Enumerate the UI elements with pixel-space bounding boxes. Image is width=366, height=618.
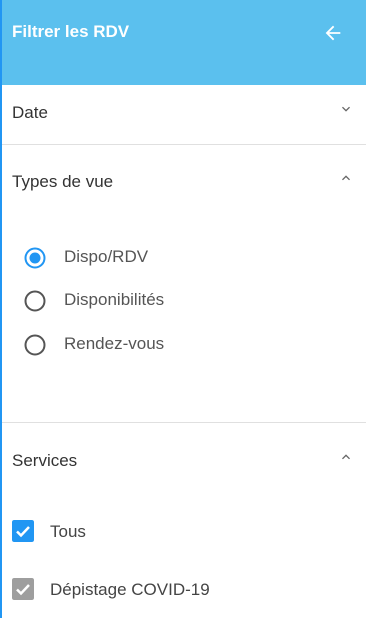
radio-selected-icon[interactable] [24, 247, 46, 269]
panel-title: Filtrer les RDV [12, 22, 130, 41]
checkbox-label: Tous [50, 522, 86, 541]
section-date[interactable]: Date [2, 85, 366, 145]
radio-dispo-rdv[interactable]: Dispo/RDV [24, 245, 224, 271]
filter-panel: Filtrer les RDV Date Types de vue Dispo/… [0, 0, 366, 618]
checkbox-label: Dépistage COVID-19 [50, 580, 210, 599]
checkbox-checked-icon[interactable] [12, 520, 34, 542]
radio-label: Disponibilités [64, 290, 165, 309]
chevron-up-icon[interactable] [338, 449, 354, 465]
section-services-label: Services [12, 451, 78, 470]
checkbox-tous[interactable]: Tous [12, 520, 212, 546]
radio-unselected-icon[interactable] [24, 334, 46, 356]
chevron-down-icon[interactable] [338, 101, 354, 117]
radio-label: Rendez-vous [64, 334, 165, 353]
chevron-up-icon[interactable] [338, 170, 354, 186]
radio-unselected-icon[interactable] [24, 290, 46, 312]
section-services[interactable]: Services [2, 423, 366, 493]
section-date-label: Date [12, 103, 48, 122]
radio-label: Dispo/RDV [64, 247, 149, 266]
checkbox-checked-disabled-icon[interactable] [12, 578, 34, 600]
arrow-left-icon[interactable] [322, 22, 344, 44]
section-view-types[interactable]: Types de vue [2, 145, 366, 215]
checkbox-depistage-covid[interactable]: Dépistage COVID-19 [12, 578, 272, 604]
section-view-types-label: Types de vue [12, 172, 114, 191]
radio-rendez-vous[interactable]: Rendez-vous [24, 332, 224, 358]
panel-header: Filtrer les RDV [2, 0, 366, 85]
radio-disponibilites[interactable]: Disponibilités [24, 288, 224, 314]
